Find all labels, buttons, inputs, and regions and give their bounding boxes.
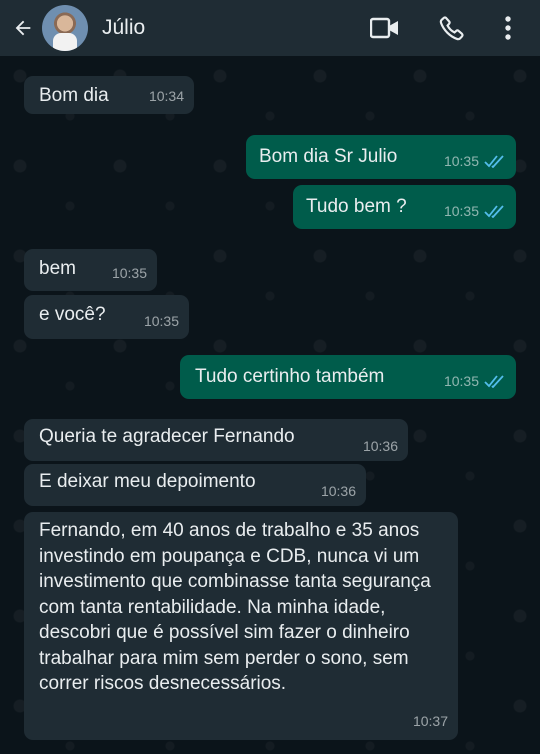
- incoming-message[interactable]: e você? 10:35: [24, 295, 189, 339]
- message-time: 10:36: [320, 483, 356, 499]
- header-actions: [370, 0, 540, 56]
- chat-header: Júlio: [0, 0, 540, 56]
- message-text: bem: [39, 258, 76, 279]
- message-text: Bom dia: [39, 85, 109, 106]
- message-time: 10:37: [412, 712, 448, 729]
- video-call-icon[interactable]: [370, 13, 400, 43]
- phone-icon[interactable]: [438, 14, 466, 42]
- incoming-message[interactable]: Fernando, em 40 anos de trabalho e 35 an…: [24, 512, 458, 740]
- message-time: 10:35: [111, 265, 147, 281]
- message-time: 10:35: [443, 153, 479, 169]
- double-check-icon: [484, 205, 504, 218]
- message-time: 10:35: [143, 313, 179, 329]
- outgoing-message[interactable]: Bom dia Sr Julio 10:35: [246, 135, 516, 179]
- incoming-message[interactable]: Bom dia 10:34: [24, 76, 194, 114]
- message-text: E deixar meu depoimento: [39, 471, 256, 492]
- outgoing-message[interactable]: Tudo certinho também 10:35: [180, 355, 516, 399]
- message-text: Bom dia Sr Julio: [259, 146, 398, 167]
- contact-avatar[interactable]: [42, 5, 88, 51]
- message-time: 10:35: [443, 203, 479, 219]
- message-time: 10:34: [148, 88, 184, 104]
- contact-name[interactable]: Júlio: [102, 16, 145, 40]
- double-check-icon: [484, 375, 504, 388]
- message-text: Tudo bem ?: [306, 196, 407, 217]
- incoming-message[interactable]: bem 10:35: [24, 249, 157, 291]
- message-time: 10:36: [362, 438, 398, 454]
- message-text: Tudo certinho também: [195, 366, 385, 387]
- outgoing-message[interactable]: Tudo bem ? 10:35: [293, 185, 516, 229]
- more-options-icon[interactable]: [502, 14, 514, 42]
- message-meta: 10:35: [444, 149, 506, 173]
- incoming-message[interactable]: E deixar meu depoimento 10:36: [24, 464, 366, 506]
- message-text: Fernando, em 40 anos de trabalho e 35 an…: [39, 520, 431, 694]
- back-arrow-icon[interactable]: [10, 15, 36, 41]
- message-meta: 10:35: [444, 199, 506, 223]
- message-meta: 10:35: [444, 369, 506, 393]
- message-list[interactable]: Bom dia 10:34 Bom dia Sr Julio 10:35 Tud…: [0, 56, 540, 754]
- message-text: e você?: [39, 304, 106, 325]
- double-check-icon: [484, 155, 504, 168]
- message-text: Queria te agradecer Fernando: [39, 426, 295, 447]
- incoming-message[interactable]: Queria te agradecer Fernando 10:36: [24, 419, 408, 461]
- message-time: 10:35: [443, 373, 479, 389]
